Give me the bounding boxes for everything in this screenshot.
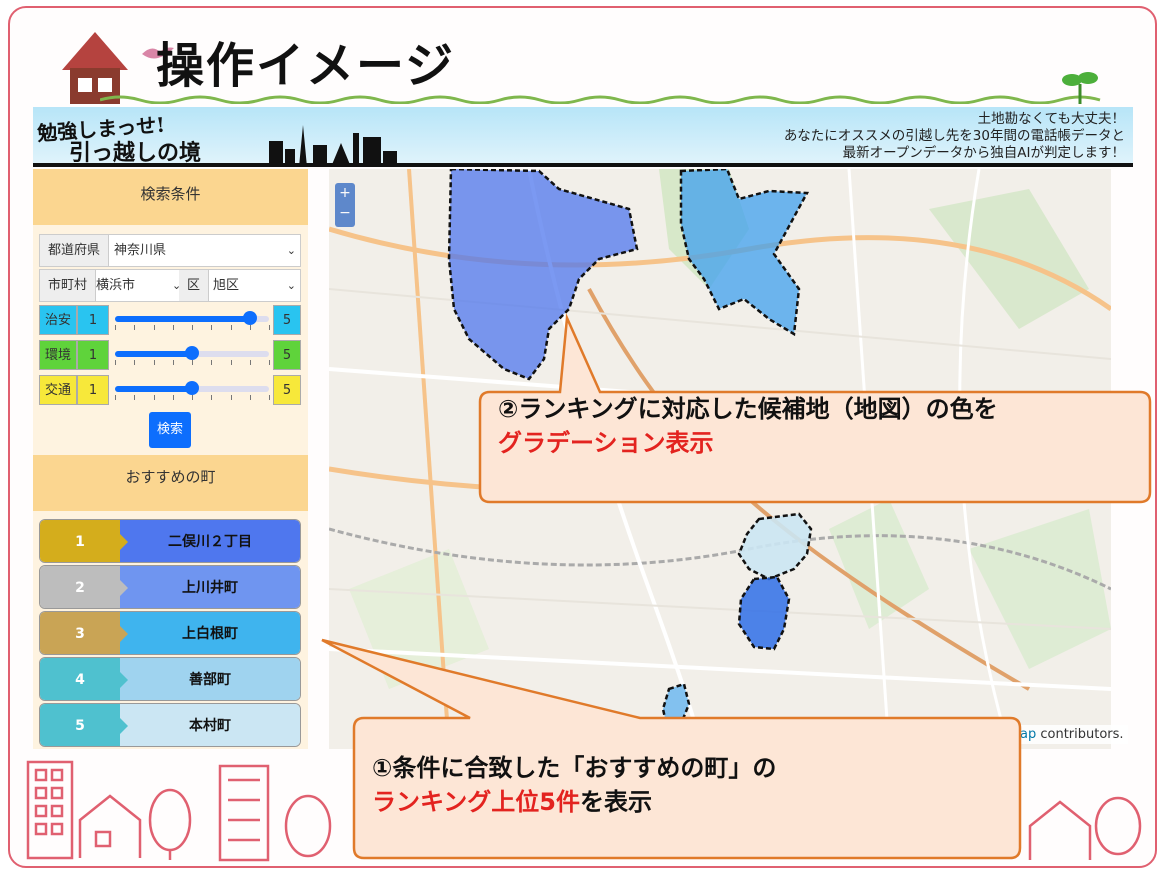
slider-safety-track[interactable] — [115, 311, 269, 325]
slider-safety-min: 1 — [77, 305, 109, 335]
slider-thumb[interactable] — [242, 311, 257, 325]
rank-arrow-icon — [120, 718, 128, 734]
recommend-header: おすすめの町 — [33, 455, 308, 511]
attribution-link[interactable]: ap — [1020, 727, 1036, 742]
ward-select[interactable]: 区 旭区 ⌄ — [179, 269, 301, 302]
slider-environment-label: 環境 — [39, 340, 77, 370]
slider-transport[interactable]: 交通 1 5 — [39, 375, 301, 405]
slider-transport-max: 5 — [273, 375, 301, 405]
slider-safety-label: 治安 — [39, 305, 77, 335]
zoom-out-button[interactable]: − — [335, 203, 355, 223]
rank-town-name: 善部町 — [120, 658, 300, 700]
rank-town-name: 二俣川２丁目 — [120, 520, 300, 562]
slider-transport-min: 1 — [77, 375, 109, 405]
ward-value: 旭区 — [213, 278, 240, 293]
ranking-item[interactable]: 2 上川井町 — [39, 565, 301, 609]
rank-town-name: 上川井町 — [120, 566, 300, 608]
slider-environment-max: 5 — [273, 340, 301, 370]
ward-label: 区 — [179, 270, 210, 301]
ranking-item[interactable]: 4 善部町 — [39, 657, 301, 701]
slider-safety-max: 5 — [273, 305, 301, 335]
app-logo-line2: 引っ越しの境 — [69, 140, 202, 166]
tagline-line-3: 最新オープンデータから独自AIが判定します！ — [842, 145, 1125, 161]
rank-arrow-icon — [120, 534, 128, 550]
rank-arrow-icon — [120, 580, 128, 596]
callout-map-line2: グラデーション表示 — [498, 429, 714, 457]
search-button[interactable]: 検索 — [149, 412, 191, 448]
app-banner: 勉強しまっせ! 引っ越しの境 土地勘なくても大丈夫！ あなたにオススメの引越し先… — [33, 107, 1133, 167]
slide-title: 操作イメージ — [156, 38, 456, 94]
slide-header: 操作イメージ — [40, 14, 1120, 104]
ground-decoration — [100, 95, 1101, 104]
banner-tagline: 土地勘なくても大丈夫！ あなたにオススメの引越し先を30年間の電話帳データと 最… — [784, 111, 1125, 162]
sprout-icon — [1062, 72, 1098, 104]
zoom-control: + − — [335, 183, 355, 227]
attribution-text: contributors. — [1036, 727, 1124, 742]
callout-map-gradient: ②ランキングに対応した候補地（地図）の色を グラデーション表示 — [498, 392, 1138, 460]
rank-town-name: 上白根町 — [120, 612, 300, 654]
town-decoration — [26, 760, 1142, 862]
rank-number: 2 — [40, 566, 120, 608]
prefecture-label: 都道府県 — [40, 235, 110, 266]
prefecture-value: 神奈川県 — [114, 243, 167, 258]
rank-number: 3 — [40, 612, 120, 654]
ranking-item[interactable]: 5 本村町 — [39, 703, 301, 747]
slider-transport-label: 交通 — [39, 375, 77, 405]
ranking-item[interactable]: 3 上白根町 — [39, 611, 301, 655]
slider-environment-min: 1 — [77, 340, 109, 370]
rank-town-name: 本村町 — [120, 704, 300, 746]
callout-map-line1: ②ランキングに対応した候補地（地図）の色を — [498, 395, 998, 423]
tagline-line-1: 土地勘なくても大丈夫！ — [977, 111, 1125, 127]
zoom-in-button[interactable]: + — [335, 183, 355, 203]
slider-environment[interactable]: 環境 1 5 — [39, 340, 301, 370]
rank-number: 5 — [40, 704, 120, 746]
chevron-down-icon: ⌄ — [286, 279, 296, 292]
tagline-line-2: あなたにオススメの引越し先を30年間の電話帳データと — [783, 128, 1125, 144]
rank-arrow-icon — [120, 672, 128, 688]
city-label: 市町村 — [40, 270, 97, 301]
map-attribution: ap contributors. — [1016, 725, 1128, 744]
slider-safety[interactable]: 治安 1 5 — [39, 305, 301, 335]
ranking-item[interactable]: 1 二俣川２丁目 — [39, 519, 301, 563]
city-value: 横浜市 — [96, 278, 136, 293]
slider-thumb[interactable] — [185, 381, 199, 395]
prefecture-select[interactable]: 都道府県 神奈川県 ⌄ — [39, 234, 301, 267]
ranking-list: 1 二俣川２丁目 2 上川井町 3 上白根町 4 善部町 5 本村町 — [39, 519, 301, 749]
rank-number: 1 — [40, 520, 120, 562]
skyline-icon — [269, 125, 397, 167]
slider-transport-track[interactable] — [115, 381, 269, 395]
rank-arrow-icon — [120, 626, 128, 642]
conditions-header: 検索条件 — [33, 169, 308, 225]
slider-thumb[interactable] — [185, 346, 199, 360]
search-panel: 検索条件 都道府県 神奈川県 ⌄ 市町村 横浜市 ⌄ 区 旭区 ⌄ 治安 1 5… — [33, 169, 308, 749]
chevron-down-icon: ⌄ — [286, 244, 296, 257]
rank-number: 4 — [40, 658, 120, 700]
slider-environment-track[interactable] — [115, 346, 269, 360]
